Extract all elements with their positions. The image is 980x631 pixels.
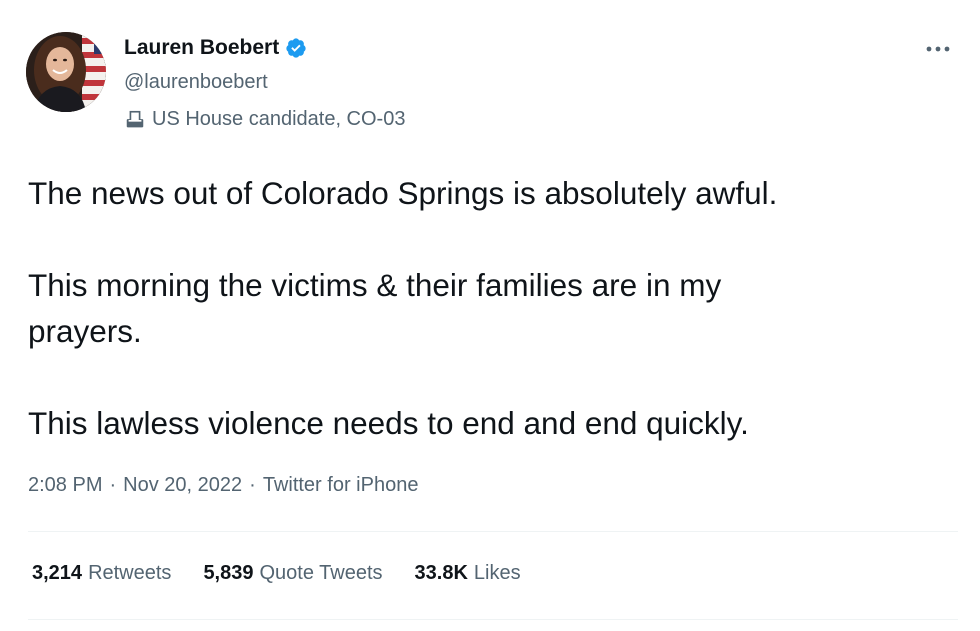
tweet-text: The news out of Colorado Springs is abso… [28, 170, 958, 446]
likes-stat[interactable]: 33.8K Likes [415, 562, 521, 585]
more-options-button[interactable] [916, 34, 960, 64]
meta-separator: · [109, 474, 117, 496]
likes-count: 33.8K [414, 562, 468, 584]
quote-tweets-count: 5,839 [203, 562, 254, 584]
engagement-stats: 3,214 Retweets 5,839 Quote Tweets 33.8K … [32, 562, 553, 585]
tweet-paragraph: This lawless violence needs to end and e… [28, 405, 749, 441]
tweet-time[interactable]: 2:08 PM [28, 474, 102, 497]
tweet-card: Lauren Boebert @laurenboebert US House c… [0, 0, 980, 631]
divider [28, 619, 958, 620]
verified-badge-icon [285, 37, 307, 59]
more-options-icon [926, 46, 950, 52]
divider [28, 531, 958, 532]
avatar-image [26, 32, 106, 112]
retweets-stat[interactable]: 3,214 Retweets [32, 562, 171, 585]
tweet-metadata: 2:08 PM · Nov 20, 2022 · Twitter for iPh… [28, 474, 418, 497]
tweet-paragraph: The news out of Colorado Springs is abso… [28, 175, 778, 211]
quote-tweets-stat[interactable]: 5,839 Quote Tweets [203, 562, 382, 585]
avatar[interactable] [26, 32, 106, 112]
meta-separator: · [249, 474, 256, 496]
retweets-label: Retweets [88, 562, 172, 584]
tweet-source[interactable]: Twitter for iPhone [263, 474, 419, 497]
retweets-count: 3,214 [32, 562, 83, 584]
likes-label: Likes [473, 562, 521, 584]
ballot-box-icon [124, 109, 146, 131]
author-handle[interactable]: @laurenboebert [124, 71, 268, 94]
quote-tweets-label: Quote Tweets [259, 562, 383, 584]
tweet-date[interactable]: Nov 20, 2022 [123, 474, 242, 497]
author-label: US House candidate, CO-03 [124, 108, 405, 131]
author-label-text: US House candidate, CO-03 [152, 108, 406, 130]
author-name-row: Lauren Boebert [124, 35, 307, 61]
tweet-paragraph: This morning the victims & their familie… [28, 267, 722, 349]
author-display-name[interactable]: Lauren Boebert [124, 36, 279, 60]
